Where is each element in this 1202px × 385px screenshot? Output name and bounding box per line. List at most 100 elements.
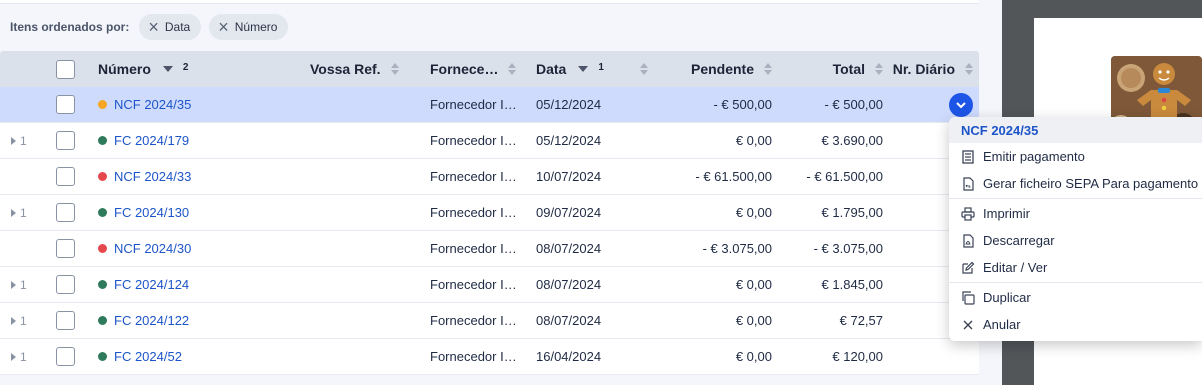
document-number-link[interactable]: NCF 2024/30: [114, 241, 191, 256]
document-number-link[interactable]: FC 2024/124: [114, 277, 189, 292]
menu-item-imprimir[interactable]: Imprimir: [949, 200, 1202, 227]
pendente-cell: € 0,00: [735, 205, 772, 220]
expand-cell[interactable]: 1: [0, 314, 46, 328]
row-checkbox[interactable]: [56, 167, 75, 186]
child-count: 1: [20, 277, 27, 292]
expand-cell[interactable]: 1: [0, 206, 46, 220]
column-header-fornecedor[interactable]: Fornece…: [422, 61, 526, 77]
row-checkbox[interactable]: [56, 131, 75, 150]
table-row[interactable]: NCF 2024/33 Fornecedor I… 10/07/2024 - € 61…: [0, 159, 979, 195]
table-row[interactable]: 1 FC 2024/122 Fornecedor I… 08/07/2024 € 0,0…: [0, 303, 979, 339]
child-count: 1: [20, 133, 27, 148]
pendente-cell: € 0,00: [735, 133, 772, 148]
expand-icon[interactable]: [11, 208, 16, 217]
column-header-total[interactable]: Total: [772, 61, 883, 77]
table-row[interactable]: 1 FC 2024/130 Fornecedor I… 09/07/2024 € 0,0…: [0, 195, 979, 231]
table-row[interactable]: NCF 2024/35 Fornecedor I… 05/12/2024 - € 50…: [0, 87, 979, 123]
sort-chip-label: Data: [164, 20, 191, 34]
header-select-cell: [46, 59, 98, 79]
menu-item-descarregar[interactable]: Descarregar: [949, 227, 1202, 254]
close-icon[interactable]: ×: [148, 18, 159, 36]
column-header-pendente[interactable]: Pendente: [676, 61, 772, 77]
column-label: Nr. Diário: [892, 61, 955, 77]
expand-icon[interactable]: [11, 280, 16, 289]
menu-item-label: Editar / Ver: [983, 260, 1048, 275]
menu-item-gerar-sepa[interactable]: Gerar ficheiro SEPA Para pagamento: [949, 170, 1202, 197]
fornecedor-cell: Fornecedor I…: [430, 97, 517, 112]
sort-desc-icon: [578, 66, 589, 72]
fornecedor-cell: Fornecedor I…: [430, 133, 517, 148]
document-number-link[interactable]: NCF 2024/35: [114, 97, 191, 112]
sort-icon: [764, 63, 772, 75]
chevron-down-icon: [956, 101, 966, 108]
fornecedor-cell: Fornecedor I…: [430, 205, 517, 220]
menu-item-emitir-pagamento[interactable]: Emitir pagamento: [949, 143, 1202, 170]
nr-diario-cell: [883, 92, 979, 117]
select-cell: [46, 167, 98, 186]
menu-item-anular[interactable]: Anular: [949, 311, 1202, 338]
data-cell: 08/07/2024: [536, 241, 602, 256]
expand-icon[interactable]: [11, 136, 16, 145]
expand-cell[interactable]: 1: [0, 350, 46, 364]
pdf-file-icon: [963, 233, 974, 248]
pendente-cell: € 0,00: [735, 313, 772, 328]
total-cell: - € 3.075,00: [813, 241, 883, 256]
menu-item-label: Gerar ficheiro SEPA Para pagamento: [983, 176, 1199, 191]
table-row[interactable]: 1 FC 2024/124 Fornecedor I… 08/07/2024 € 0,0…: [0, 267, 979, 303]
row-checkbox[interactable]: [56, 239, 75, 258]
fornecedor-cell: Fornecedor I…: [430, 277, 517, 292]
close-icon: [963, 320, 973, 329]
menu-divider: [949, 198, 1202, 199]
column-header-data[interactable]: Data 1: [526, 61, 676, 77]
table-row[interactable]: 1 FC 2024/179 Fornecedor I… 05/12/2024 € 0,0…: [0, 123, 979, 159]
document-number-link[interactable]: FC 2024/130: [114, 205, 189, 220]
document-list-panel: Itens ordenados por: × Data × Número Núm…: [0, 0, 1002, 385]
xml-file-icon: [963, 176, 974, 191]
sort-icon: [390, 63, 399, 75]
sort-chip-numero[interactable]: × Número: [209, 14, 289, 40]
expand-cell[interactable]: 1: [0, 278, 46, 292]
select-cell: [46, 275, 98, 294]
table-row[interactable]: 1 FC 2024/52 Fornecedor I… 16/04/2024 € 0,00…: [0, 339, 979, 375]
sort-chip-data[interactable]: × Data: [139, 14, 202, 40]
document-number-link[interactable]: FC 2024/122: [114, 313, 189, 328]
row-actions-button[interactable]: [949, 92, 973, 117]
sort-desc-icon: [162, 66, 173, 72]
menu-item-duplicar[interactable]: Duplicar: [949, 284, 1202, 311]
document-number-link[interactable]: FC 2024/52: [114, 349, 182, 364]
column-header-vossa-ref[interactable]: Vossa Ref.: [310, 61, 422, 77]
document-number-link[interactable]: FC 2024/179: [114, 133, 189, 148]
table-row[interactable]: NCF 2024/30 Fornecedor I… 08/07/2024 - € 3.…: [0, 231, 979, 267]
status-dot: [98, 172, 107, 181]
document-number-link[interactable]: NCF 2024/33: [114, 169, 191, 184]
close-icon[interactable]: ×: [218, 18, 229, 36]
menu-item-editar-ver[interactable]: Editar / Ver: [949, 254, 1202, 281]
expand-icon[interactable]: [11, 352, 16, 361]
row-checkbox[interactable]: [56, 311, 75, 330]
fornecedor-cell: Fornecedor I…: [430, 169, 517, 184]
select-all-checkbox[interactable]: [56, 59, 75, 79]
expand-icon[interactable]: [11, 316, 16, 325]
total-cell: - € 61.500,00: [806, 169, 883, 184]
menu-divider: [949, 282, 1202, 283]
column-header-nr-diario[interactable]: Nr. Diário: [883, 61, 979, 77]
context-menu-title: NCF 2024/35: [949, 117, 1202, 143]
total-cell: € 120,00: [832, 349, 883, 364]
status-dot: [98, 316, 107, 325]
total-cell: € 1.795,00: [821, 205, 883, 220]
row-checkbox[interactable]: [56, 275, 75, 294]
total-cell: € 1.845,00: [821, 277, 883, 292]
column-label: Total: [832, 61, 865, 77]
data-cell: 08/07/2024: [536, 277, 602, 292]
fornecedor-cell: Fornecedor I…: [430, 313, 517, 328]
menu-item-label: Anular: [983, 317, 1021, 332]
row-checkbox[interactable]: [56, 203, 75, 222]
pendente-cell: € 0,00: [735, 277, 772, 292]
total-cell: - € 500,00: [824, 97, 883, 112]
row-checkbox[interactable]: [56, 95, 75, 114]
menu-item-label: Imprimir: [983, 206, 1030, 221]
row-checkbox[interactable]: [56, 347, 75, 366]
child-count: 1: [20, 349, 27, 364]
expand-cell[interactable]: 1: [0, 134, 46, 148]
column-header-numero[interactable]: Número 2: [98, 61, 310, 77]
